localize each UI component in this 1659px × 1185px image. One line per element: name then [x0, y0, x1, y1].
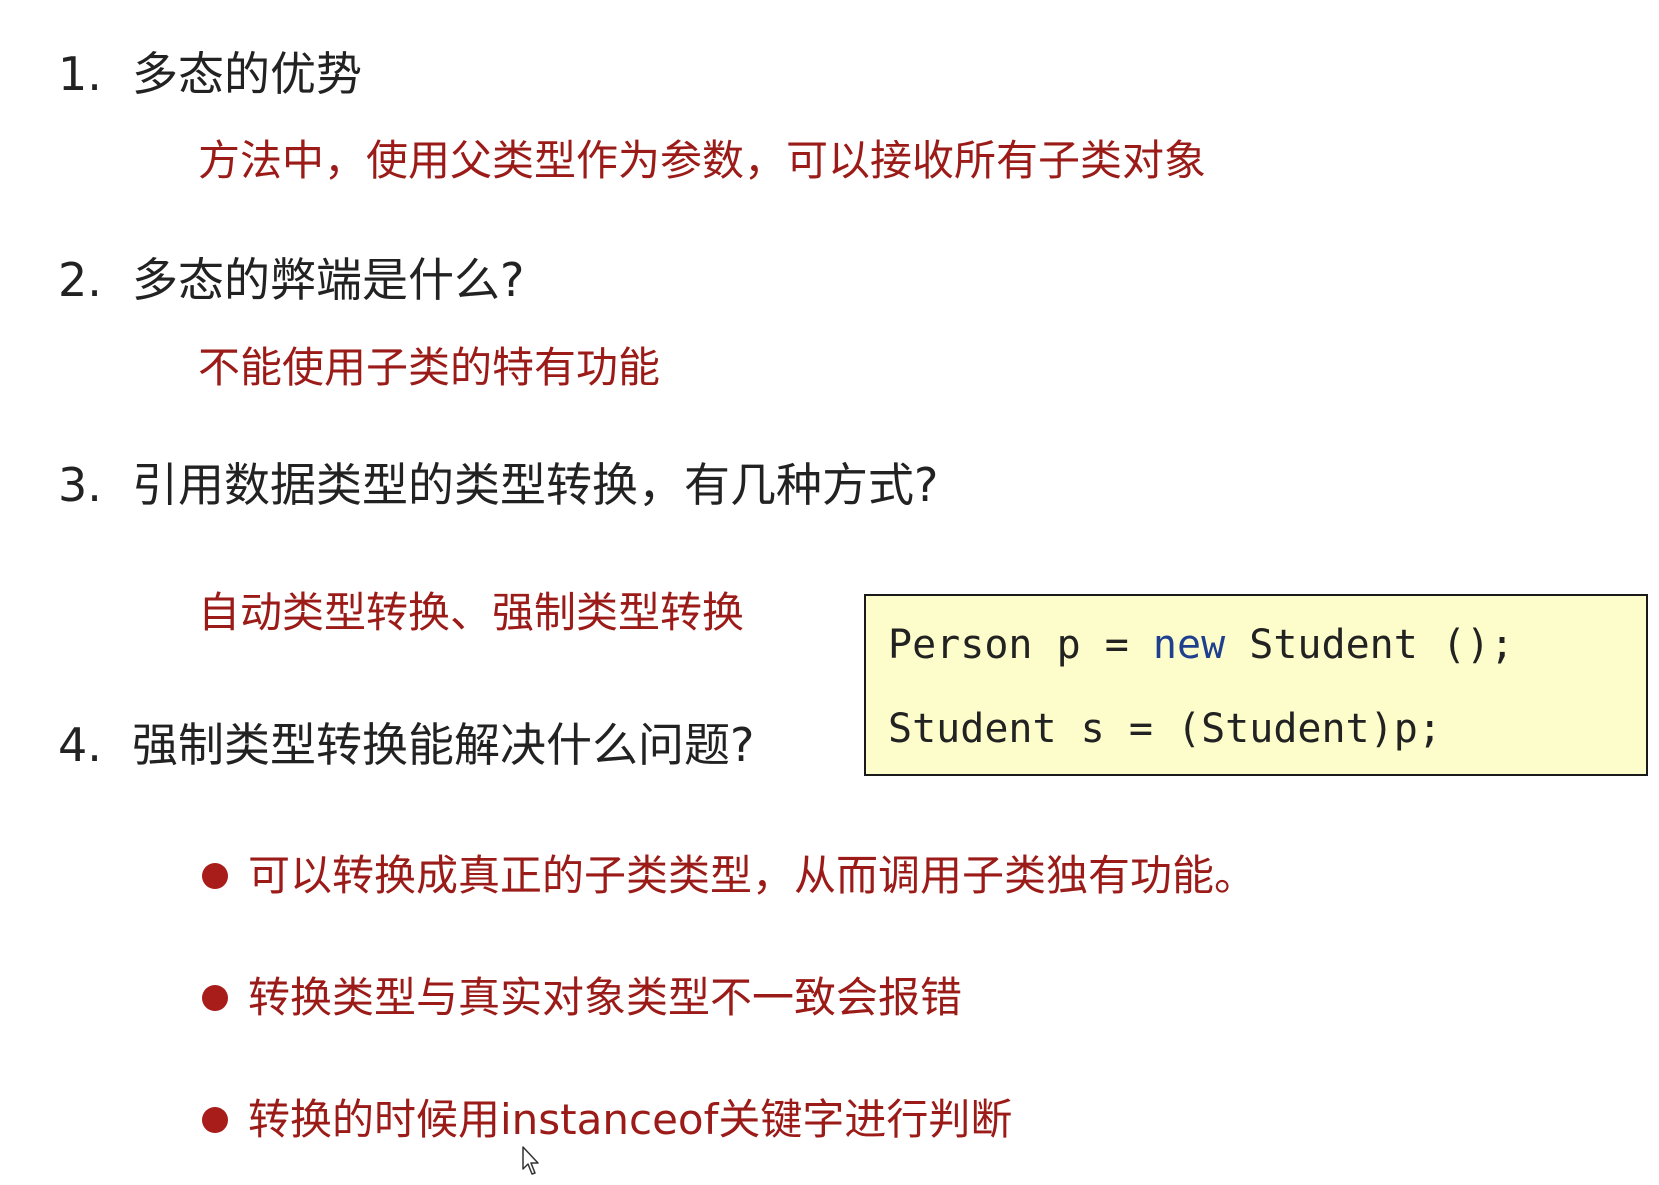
- bullet-item-2-text: 转换类型与真实对象类型不一致会报错: [248, 973, 963, 1022]
- code-keyword-new: new: [1152, 622, 1226, 668]
- question-2: 2. 多态的弊端是什么?: [58, 252, 524, 308]
- code-example-box: Person p = new Student (); Student s = (…: [864, 594, 1648, 776]
- bullet-item-2: 转换类型与真实对象类型不一致会报错: [202, 972, 962, 1024]
- answer-2: 不能使用子类的特有功能: [198, 343, 661, 392]
- bullet-dot-icon: [202, 1107, 228, 1133]
- question-4-number: 4.: [58, 718, 102, 772]
- answer-1: 方法中，使用父类型作为参数，可以接收所有子类对象: [198, 136, 1207, 185]
- bullet-item-1-text: 可以转换成真正的子类类型，从而调用子类独有功能。: [248, 851, 1257, 900]
- code-line-1: Person p = new Student ();: [888, 620, 1514, 670]
- bullet-dot-icon: [202, 863, 228, 889]
- answer-3: 自动类型转换、强制类型转换: [198, 588, 745, 637]
- question-1-number: 1.: [58, 47, 102, 101]
- mouse-cursor-icon: [522, 1146, 539, 1175]
- bullet-item-1: 可以转换成真正的子类类型，从而调用子类独有功能。: [202, 850, 1256, 902]
- question-4-text: 强制类型转换能解决什么问题?: [132, 718, 755, 772]
- code-line-2: Student s = (Student)p;: [888, 706, 1442, 752]
- bullet-dot-icon: [202, 985, 228, 1011]
- code-line-1-start: Person p =: [888, 622, 1153, 668]
- question-1-text: 多态的优势: [132, 47, 362, 101]
- question-1: 1. 多态的优势: [58, 46, 362, 102]
- question-3-number: 3.: [58, 458, 102, 512]
- question-2-text: 多态的弊端是什么?: [132, 253, 525, 307]
- question-3: 3. 引用数据类型的类型转换，有几种方式?: [58, 457, 938, 513]
- question-2-number: 2.: [58, 253, 102, 307]
- question-3-text: 引用数据类型的类型转换，有几种方式?: [132, 458, 939, 512]
- bullet-item-3-text: 转换的时候用instanceof关键字进行判断: [248, 1095, 1013, 1144]
- question-4: 4. 强制类型转换能解决什么问题?: [58, 717, 754, 773]
- code-line-1-end: Student ();: [1225, 622, 1515, 668]
- bullet-item-3: 转换的时候用instanceof关键字进行判断: [202, 1094, 1012, 1146]
